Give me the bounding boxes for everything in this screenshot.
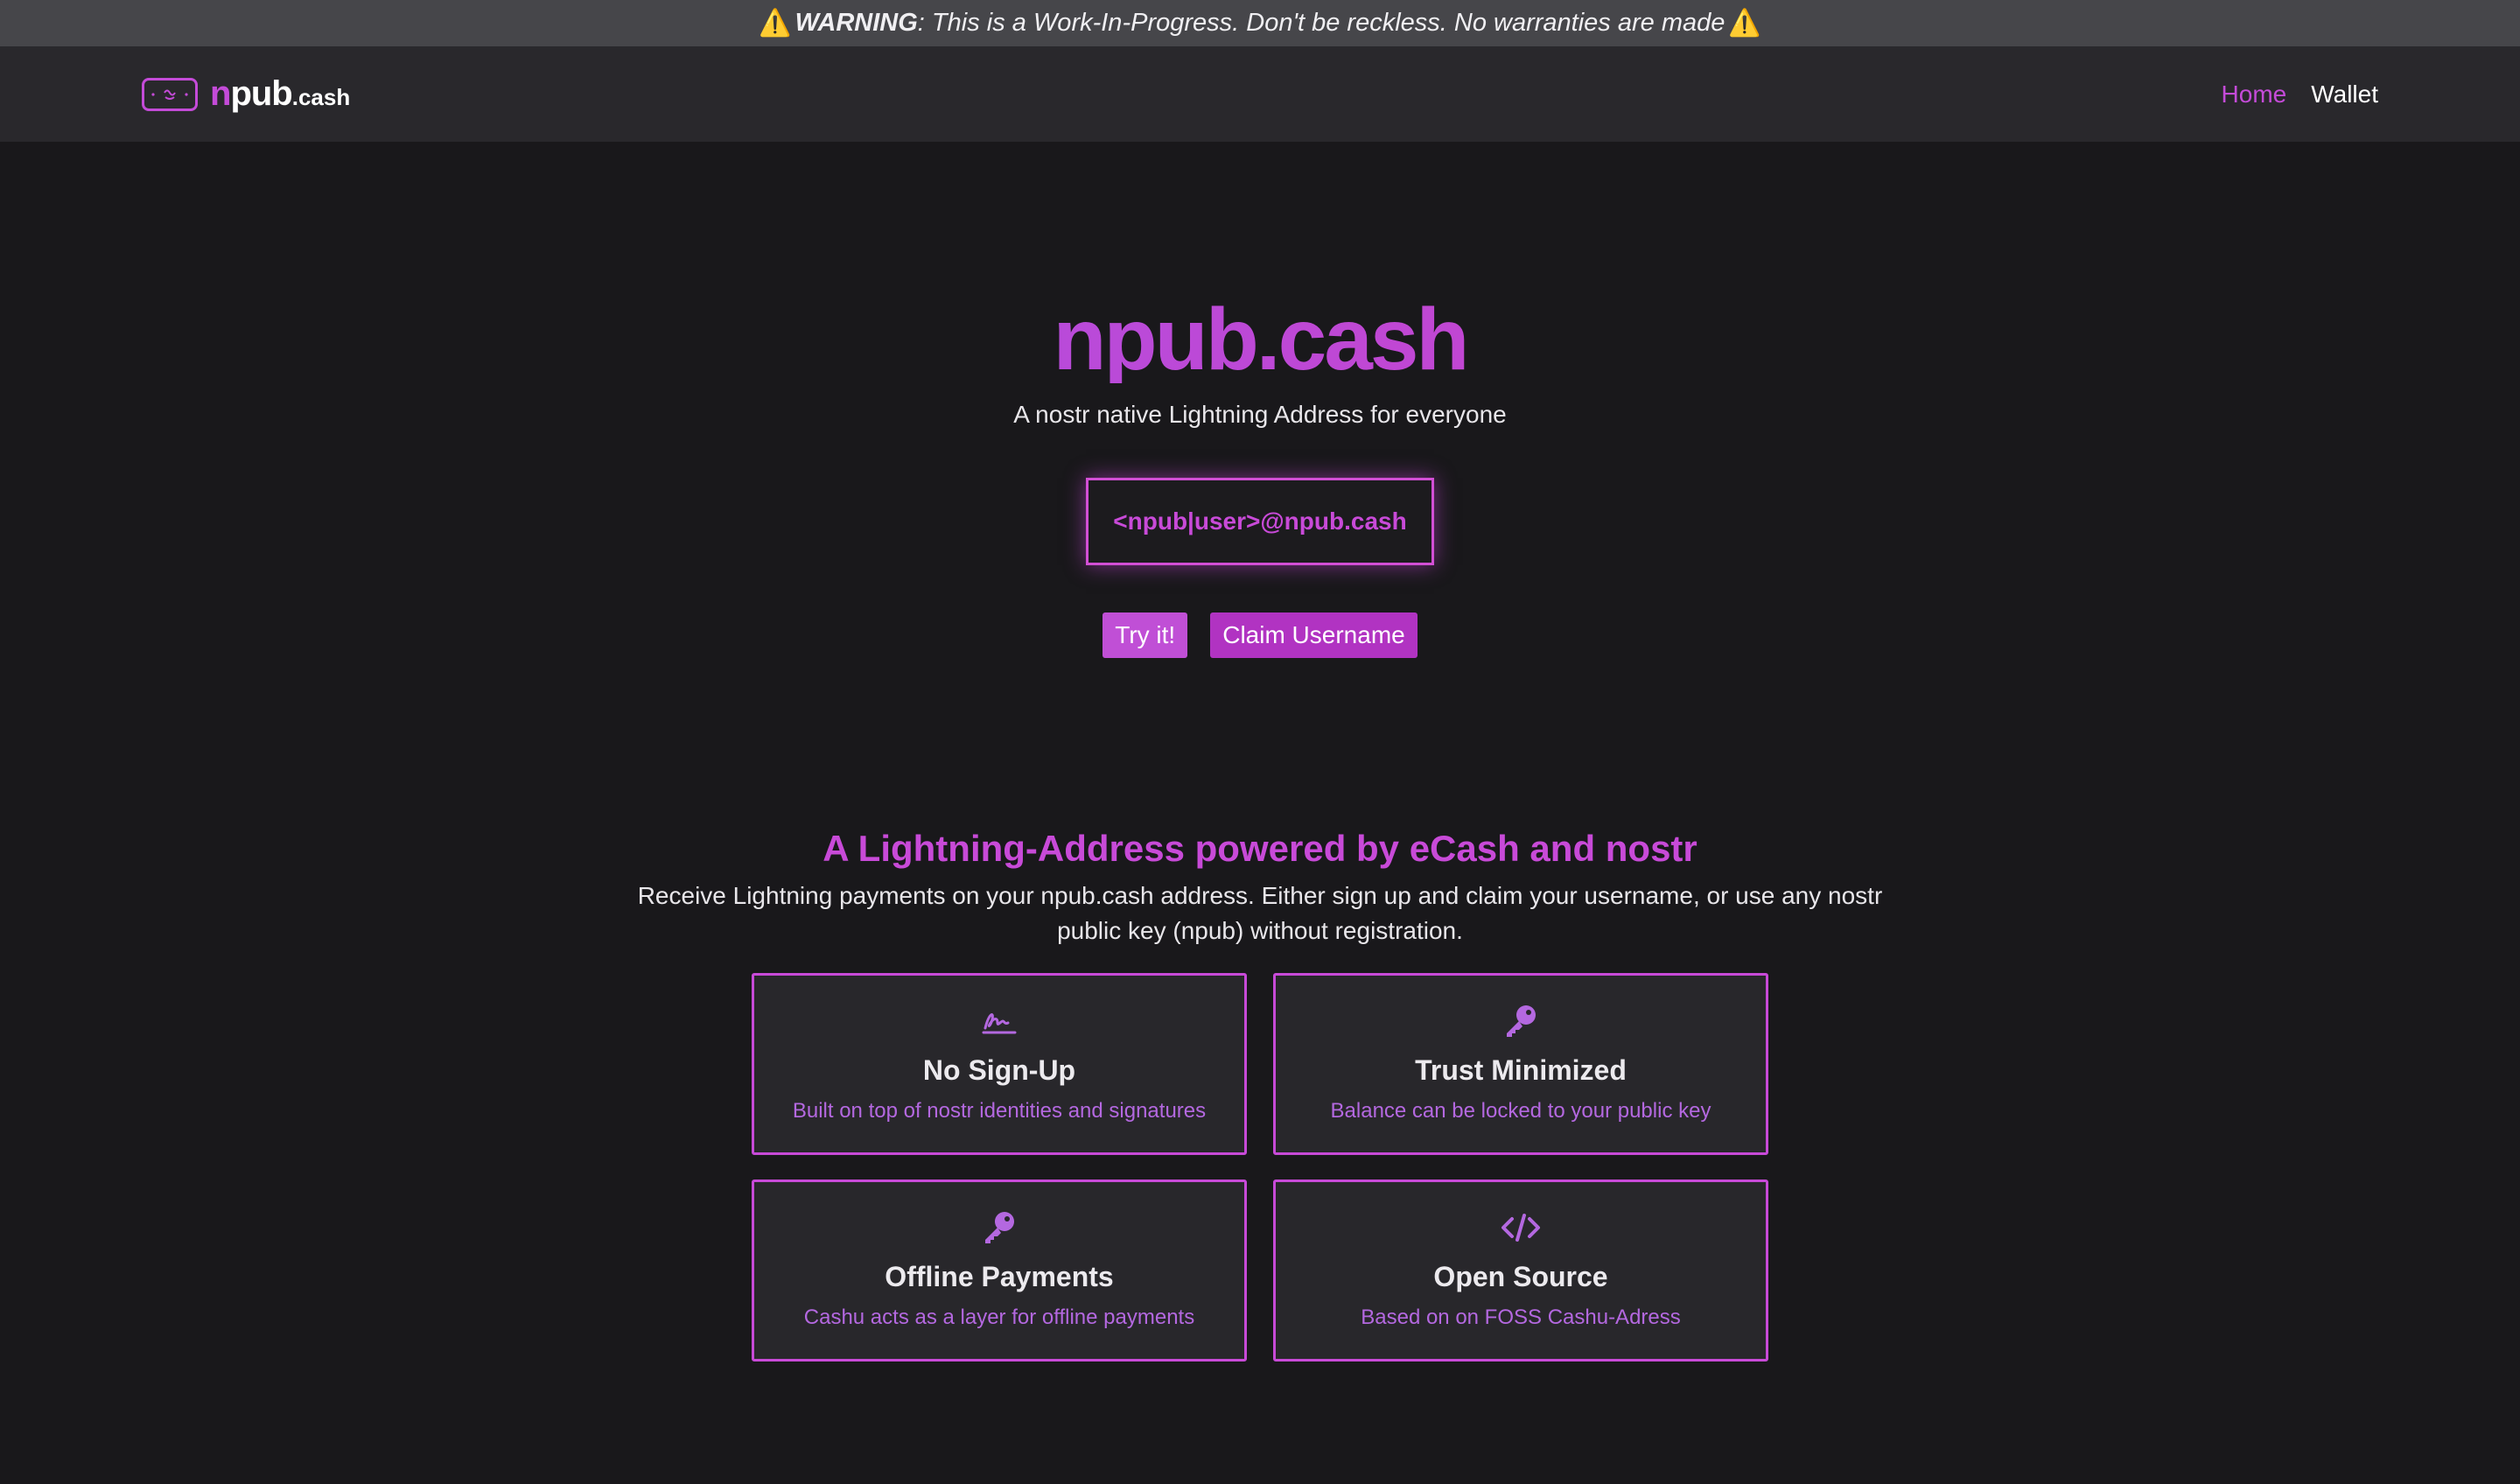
try-it-button[interactable]: Try it! xyxy=(1102,612,1188,658)
hero-buttons: Try it! Claim Username xyxy=(0,612,2520,658)
card-title: Offline Payments xyxy=(885,1261,1114,1292)
hero-subtitle: A nostr native Lightning Address for eve… xyxy=(1013,401,1507,428)
warning-icon: ⚠️ xyxy=(759,9,792,38)
warning-message: : This is a Work-In-Progress. Don't be r… xyxy=(917,9,1726,37)
wallet-logo-icon xyxy=(142,77,198,111)
hero-title: npub.cash xyxy=(0,296,2520,383)
brand-name: npub.cash xyxy=(210,74,351,113)
warning-banner: ⚠️ WARNING : This is a Work-In-Progress.… xyxy=(0,0,2520,46)
card-title: Trust Minimized xyxy=(1415,1054,1627,1086)
feature-card-no-signup: No Sign-Up Built on top of nostr identit… xyxy=(752,973,1247,1155)
features-description: Receive Lightning payments on your npub.… xyxy=(637,882,1883,944)
key-icon xyxy=(980,1208,1018,1247)
hero-section: npub.cash A nostr native Lightning Addre… xyxy=(0,142,2520,658)
feature-card-trust-minimized: Trust Minimized Balance can be locked to… xyxy=(1273,973,1768,1155)
navbar: npub.cash Home Wallet xyxy=(0,46,2520,142)
key-icon xyxy=(1502,1002,1540,1040)
nav-home-link[interactable]: Home xyxy=(2222,80,2287,108)
brand-logo[interactable]: npub.cash xyxy=(142,74,350,114)
claim-username-button[interactable]: Claim Username xyxy=(1210,612,1418,658)
features-section: A Lightning-Address powered by eCash and… xyxy=(0,828,2520,1362)
card-text: Balance can be locked to your public key xyxy=(1330,1099,1712,1123)
warning-icon: ⚠️ xyxy=(1728,9,1761,38)
card-text: Cashu acts as a layer for offline paymen… xyxy=(803,1306,1195,1329)
features-title: A Lightning-Address powered by eCash and… xyxy=(822,828,1698,869)
feature-card-open-source: Open Source Based on on FOSS Cashu-Adres… xyxy=(1273,1180,1768,1362)
warning-label: WARNING xyxy=(794,9,918,37)
feature-card-offline-payments: Offline Payments Cashu acts as a layer f… xyxy=(752,1180,1247,1362)
card-title: No Sign-Up xyxy=(922,1054,1076,1086)
signature-icon xyxy=(980,1002,1018,1040)
code-icon xyxy=(1501,1208,1541,1247)
card-title: Open Source xyxy=(1433,1261,1608,1292)
address-display: <npub|user>@npub.cash xyxy=(1086,478,1434,565)
card-text: Built on top of nostr identities and sig… xyxy=(792,1099,1207,1123)
card-text: Based on on FOSS Cashu-Adress xyxy=(1361,1306,1681,1329)
feature-cards: No Sign-Up Built on top of nostr identit… xyxy=(752,973,1768,1362)
nav-wallet-link[interactable]: Wallet xyxy=(2311,80,2378,108)
nav-links: Home Wallet xyxy=(2222,80,2378,108)
